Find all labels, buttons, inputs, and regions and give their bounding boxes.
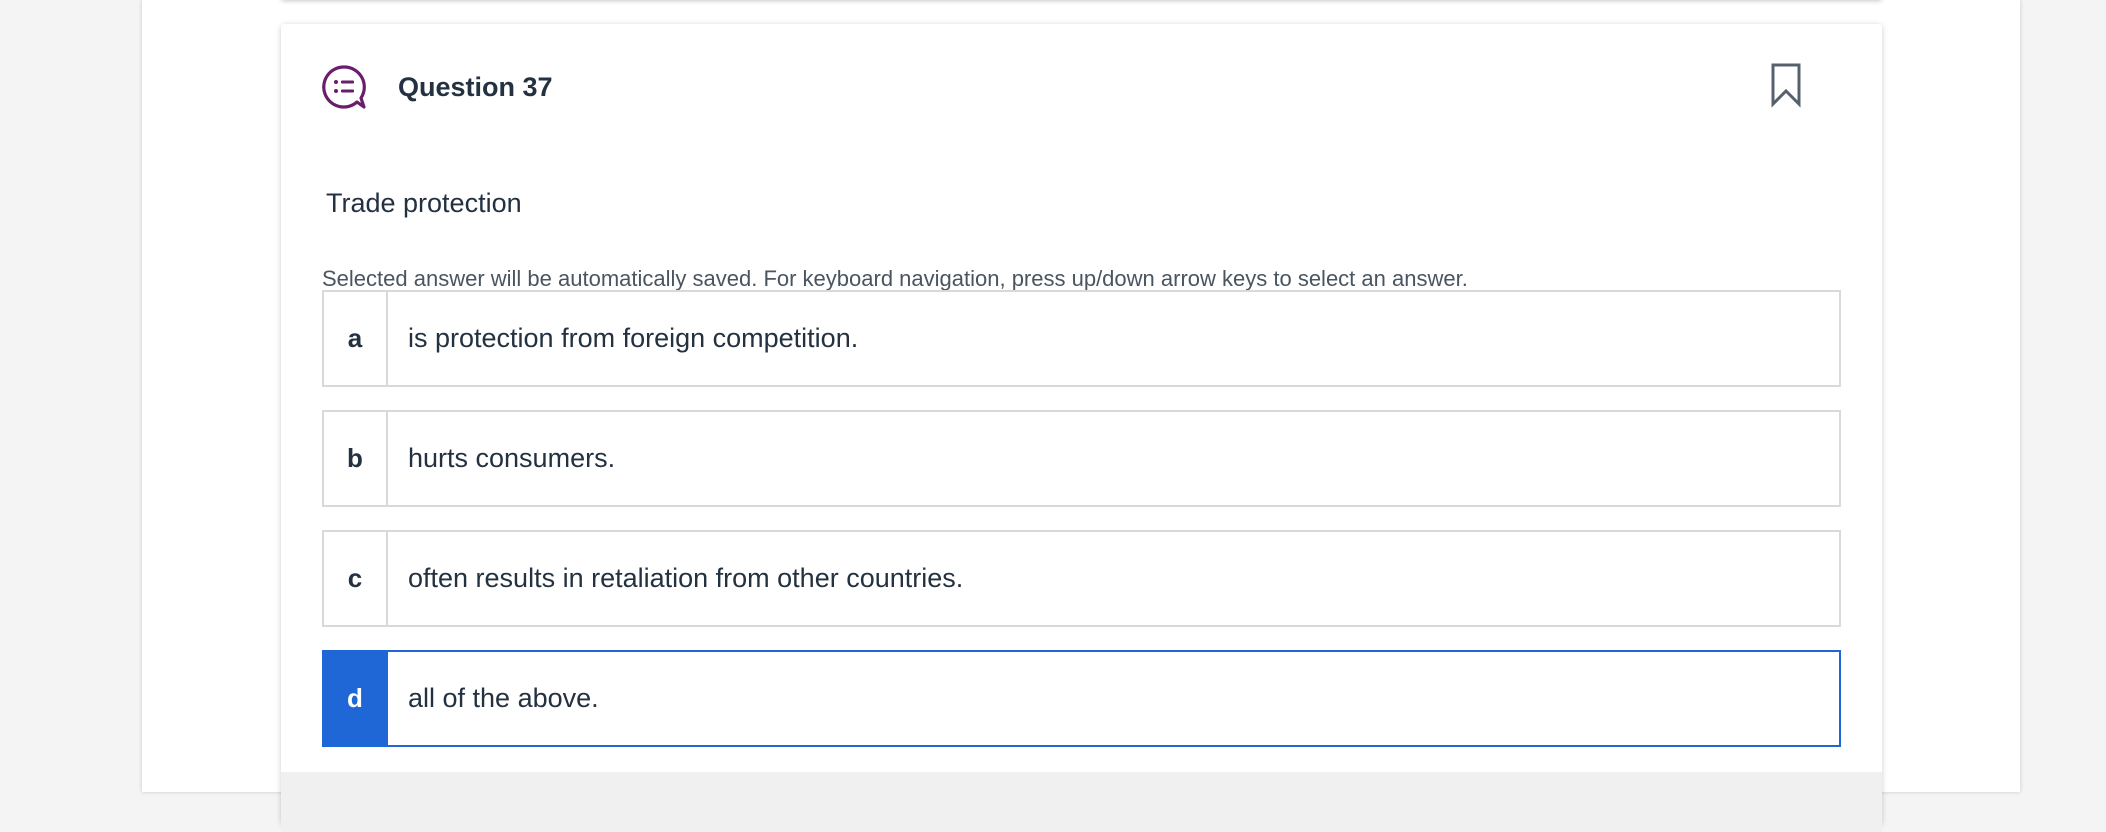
answer-text: is protection from foreign competition. bbox=[408, 323, 859, 353]
answer-letter: a bbox=[324, 292, 388, 385]
answer-letter: b bbox=[324, 412, 388, 505]
answer-letter: d bbox=[324, 652, 388, 745]
answer-option-c[interactable]: c often results in retaliation from othe… bbox=[322, 530, 1841, 627]
bookmark-button[interactable] bbox=[1770, 62, 1802, 108]
answer-option-b[interactable]: b hurts consumers. bbox=[322, 410, 1841, 507]
answer-instructions: Selected answer will be automatically sa… bbox=[322, 266, 1468, 291]
answer-list: a is protection from foreign competition… bbox=[322, 290, 1841, 770]
answer-text: hurts consumers. bbox=[408, 443, 616, 473]
answer-letter: c bbox=[324, 532, 388, 625]
answer-text: often results in retaliation from other … bbox=[408, 563, 964, 593]
question-title: Question 37 bbox=[398, 71, 553, 102]
answer-text: all of the above. bbox=[408, 683, 599, 713]
multiple-choice-chat-icon bbox=[321, 64, 367, 110]
answer-option-d[interactable]: d all of the above. bbox=[322, 650, 1841, 747]
card-footer bbox=[281, 772, 1882, 832]
question-stem: Trade protection bbox=[326, 188, 522, 218]
question-card: Question 37 Trade protection Selected an… bbox=[281, 24, 1882, 832]
answer-option-a[interactable]: a is protection from foreign competition… bbox=[322, 290, 1841, 387]
bookmark-icon bbox=[1771, 63, 1801, 108]
question-header: Question 37 bbox=[321, 62, 553, 112]
